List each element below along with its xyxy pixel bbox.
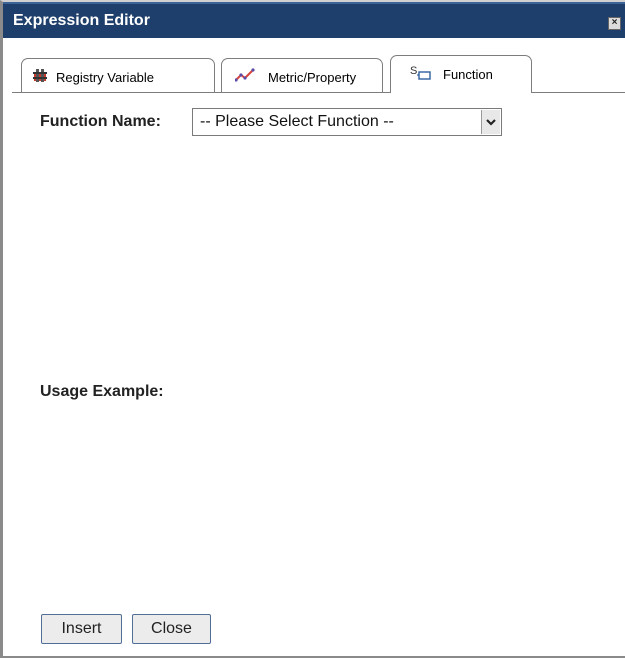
tab-registry-variable[interactable]: Registry Variable <box>21 58 215 93</box>
tab-function[interactable]: S Function <box>390 55 532 93</box>
usage-example-label: Usage Example: <box>40 383 164 400</box>
tab-label: Metric/Property <box>268 70 357 85</box>
function-select-value: -- Please Select Function -- <box>200 113 394 130</box>
tab-label: Registry Variable <box>56 70 155 85</box>
content-divider <box>12 92 625 93</box>
insert-button[interactable]: Insert <box>41 614 122 644</box>
tab-metric-property[interactable]: Metric/Property <box>221 58 383 93</box>
metric-icon <box>234 67 255 86</box>
function-select[interactable]: -- Please Select Function -- <box>192 108 502 136</box>
function-name-label: Function Name: <box>40 113 161 130</box>
title-bar[interactable]: Expression Editor × <box>3 2 625 38</box>
close-button[interactable]: Close <box>132 614 211 644</box>
expression-editor-dialog: Expression Editor × Registry Variable Me… <box>0 0 625 658</box>
dialog-title: Expression Editor <box>13 12 150 29</box>
close-icon[interactable]: × <box>608 17 621 30</box>
chevron-down-icon[interactable] <box>481 110 500 134</box>
tab-label: Function <box>443 67 493 82</box>
tab-strip: Registry Variable Metric/Property S Func… <box>3 38 625 94</box>
registry-icon <box>32 67 48 86</box>
function-icon: S <box>409 64 433 85</box>
svg-text:S: S <box>410 65 417 77</box>
